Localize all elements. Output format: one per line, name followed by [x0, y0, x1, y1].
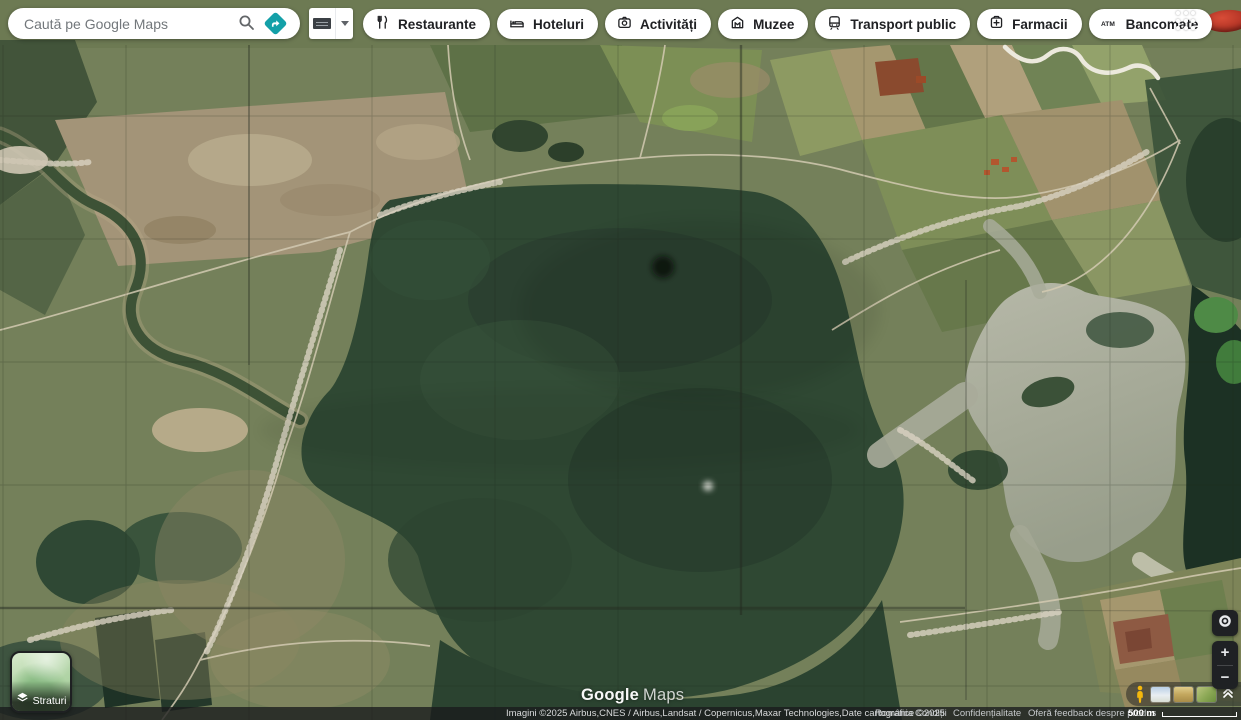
chip-museums[interactable]: Muzee: [718, 9, 808, 39]
link-privacy[interactable]: Confidențialitate: [953, 708, 1021, 719]
svg-text:ATM: ATM: [1101, 20, 1115, 27]
chip-label: Transport public: [850, 17, 956, 32]
chip-label: Muzee: [753, 17, 794, 32]
chip-restaurants[interactable]: Restaurante: [363, 9, 490, 39]
pegman-icon[interactable]: [1132, 684, 1147, 704]
layers-label: Straturi: [33, 695, 67, 707]
link-romania[interactable]: România: [875, 708, 913, 719]
layers-button[interactable]: Straturi: [10, 651, 72, 713]
map-type-toggle[interactable]: [309, 8, 336, 39]
directions-button[interactable]: [260, 10, 290, 38]
google-maps-app: { "search": { "placeholder": "Caută pe G…: [0, 0, 1241, 720]
chip-hotels[interactable]: Hoteluri: [497, 9, 598, 39]
satellite-imagery: [0, 0, 1241, 720]
my-location-button[interactable]: [1212, 610, 1238, 636]
hotels-icon: [509, 15, 525, 33]
activities-icon: [617, 15, 632, 33]
map-canvas[interactable]: [0, 0, 1241, 720]
map-type-expander[interactable]: [336, 8, 353, 39]
search-box: [8, 8, 300, 39]
chip-pharmacies[interactable]: Farmacii: [977, 9, 1082, 39]
attribution-bar: Imagini ©2025 Airbus,CNES / Airbus,Lands…: [0, 707, 1241, 720]
pharmacy-icon: [989, 15, 1004, 33]
chip-label: Activități: [640, 17, 697, 32]
layers-icon: [16, 691, 29, 707]
chip-label: Farmacii: [1012, 17, 1068, 32]
chip-activities[interactable]: Activități: [605, 9, 711, 39]
transit-icon: [827, 15, 842, 33]
search-input[interactable]: [24, 16, 232, 32]
zoom-in-button[interactable]: +: [1212, 641, 1238, 665]
museums-icon: [730, 15, 745, 33]
scale-bar: [1162, 712, 1237, 717]
google-apps-icon[interactable]: [1176, 11, 1196, 31]
chevron-down-icon: [341, 21, 349, 26]
search-icon: [238, 14, 255, 34]
scale-label: 500 m: [1128, 708, 1155, 719]
zoom-controls: + −: [1212, 641, 1238, 689]
chip-label: Restaurante: [398, 17, 476, 32]
map-preview-icon: [313, 18, 331, 29]
chip-label: Hoteluri: [533, 17, 584, 32]
map-type-mini-widget: [309, 8, 353, 39]
link-terms[interactable]: Condiții: [915, 708, 947, 719]
restaurants-icon: [375, 15, 390, 33]
category-chips: Restaurante Hoteluri Activități Muzee Tr…: [363, 9, 1212, 39]
directions-icon: [263, 11, 287, 35]
search-button[interactable]: [232, 10, 260, 38]
atm-icon: ATM: [1101, 17, 1118, 32]
my-location-icon: [1217, 613, 1233, 634]
chip-transit[interactable]: Transport public: [815, 9, 970, 39]
imagery-thumbnail-2[interactable]: [1174, 687, 1193, 702]
imagery-thumbnail-1[interactable]: [1151, 687, 1170, 702]
zoom-out-button[interactable]: −: [1212, 666, 1238, 690]
